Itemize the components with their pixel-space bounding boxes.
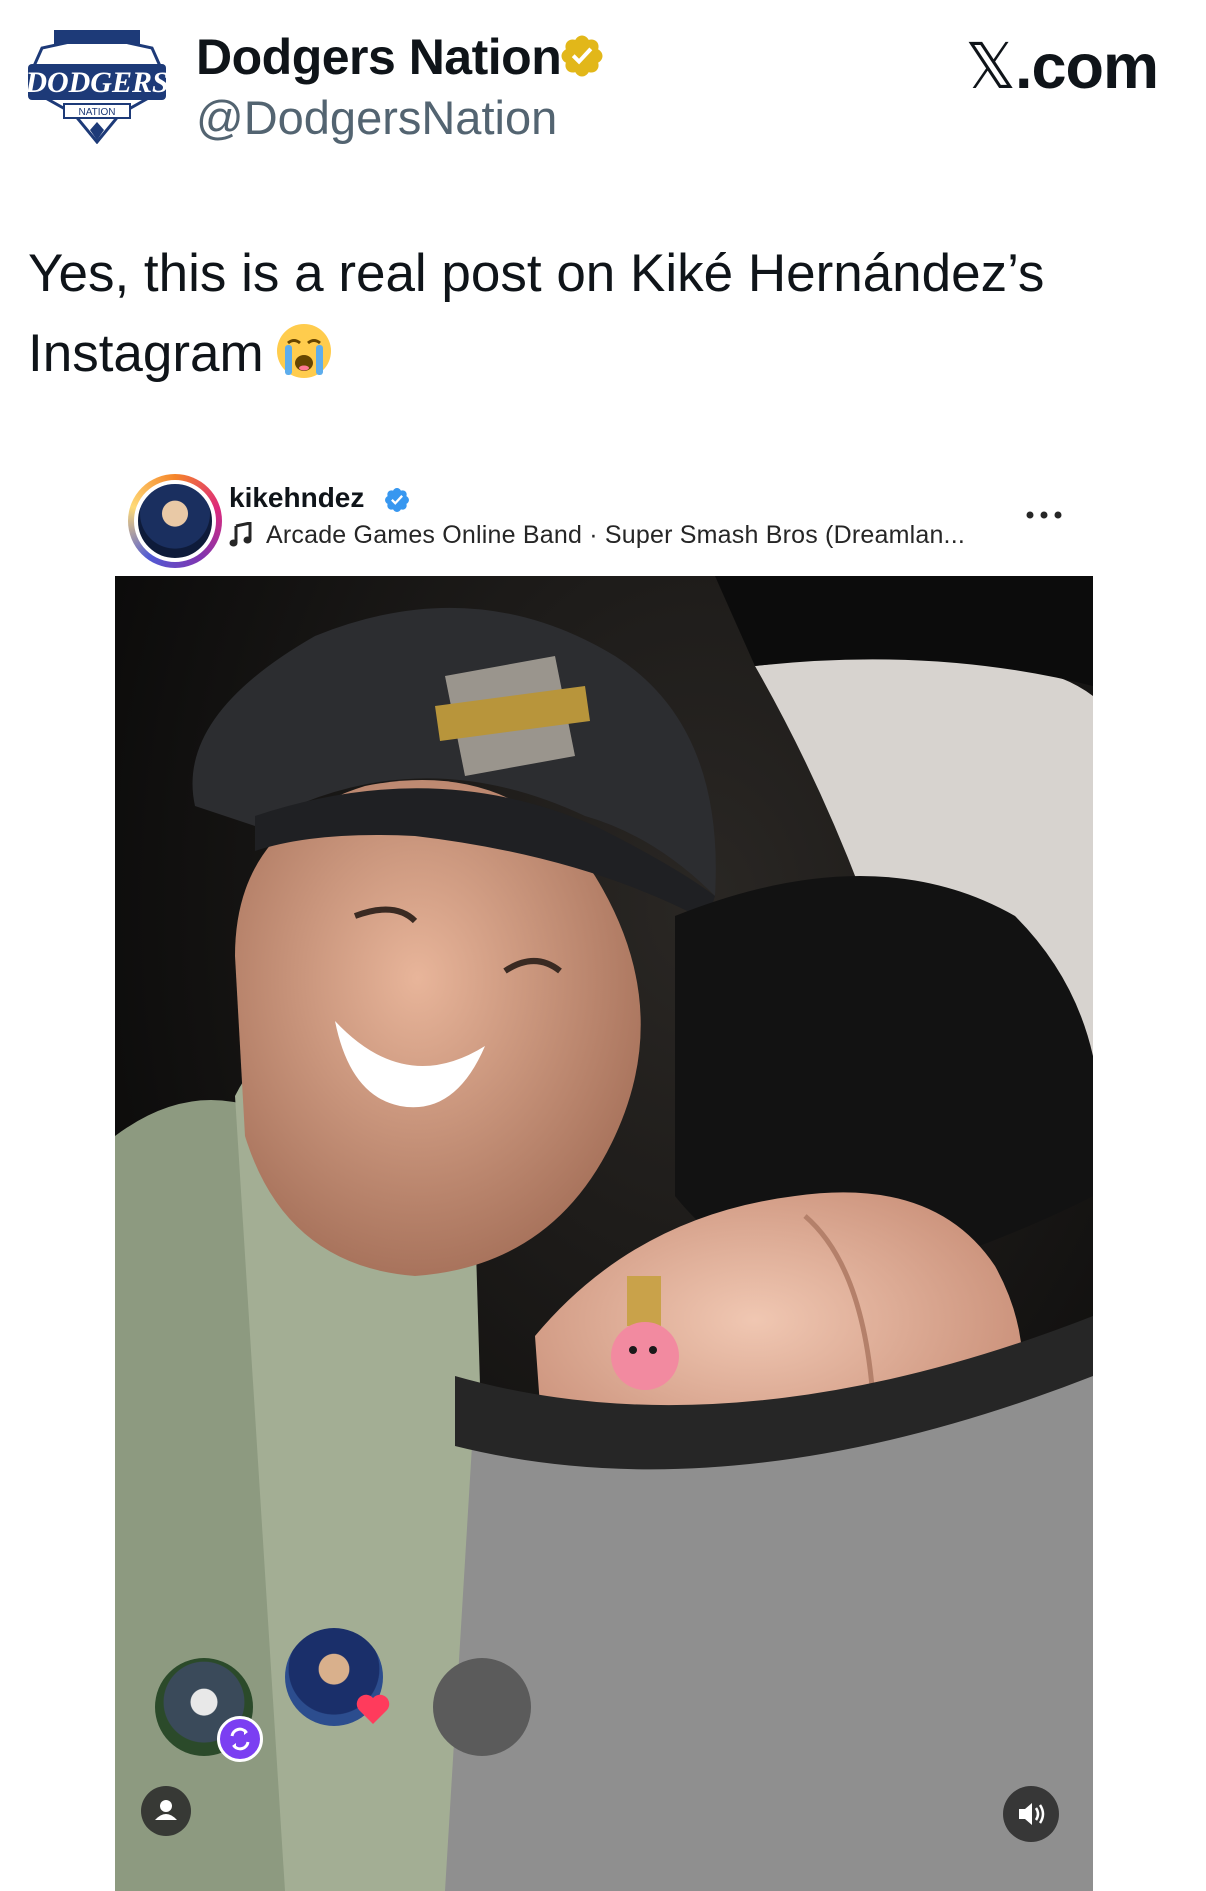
logo-subtext: NATION [78,107,115,118]
tweet-text: Yes, this is a real post on Kiké Hernánd… [28,234,1148,394]
heart-icon [356,1694,390,1724]
photo-scene [115,576,1093,1891]
speaker-icon [1019,1803,1045,1825]
verified-blue-badge-icon [385,488,409,512]
logo-text: DODGERS [24,66,168,99]
sound-button[interactable] [1003,1786,1059,1842]
post-photo[interactable] [115,576,1093,1891]
profile-button[interactable] [141,1786,191,1836]
viewer-bubble-3[interactable] [433,1658,531,1756]
repost-icon [230,1727,250,1751]
author-display-name[interactable]: Dodgers Nation [196,28,562,86]
loudly-crying-face-icon [276,324,331,378]
instagram-username[interactable]: kikehndez [229,482,364,514]
repost-badge[interactable] [217,1716,263,1762]
verified-gold-badge-icon [561,35,603,77]
music-note-icon [229,522,252,547]
tweet-body: Yes, this is a real post on Kiké Hernánd… [28,244,1045,383]
author-handle[interactable]: @DodgersNation [196,90,557,145]
dodgers-nation-logo[interactable]: DODGERS NATION [24,26,170,144]
brand-suffix: .com [1014,32,1159,102]
more-options-icon[interactable] [1024,508,1064,522]
music-track[interactable]: Arcade Games Online Band · Super Smash B… [266,521,965,550]
avatar[interactable] [134,480,216,562]
person-icon [155,1800,177,1820]
x-logo-icon: 𝕏 [965,30,1016,103]
x-dot-com-brand: 𝕏.com [965,30,1159,103]
